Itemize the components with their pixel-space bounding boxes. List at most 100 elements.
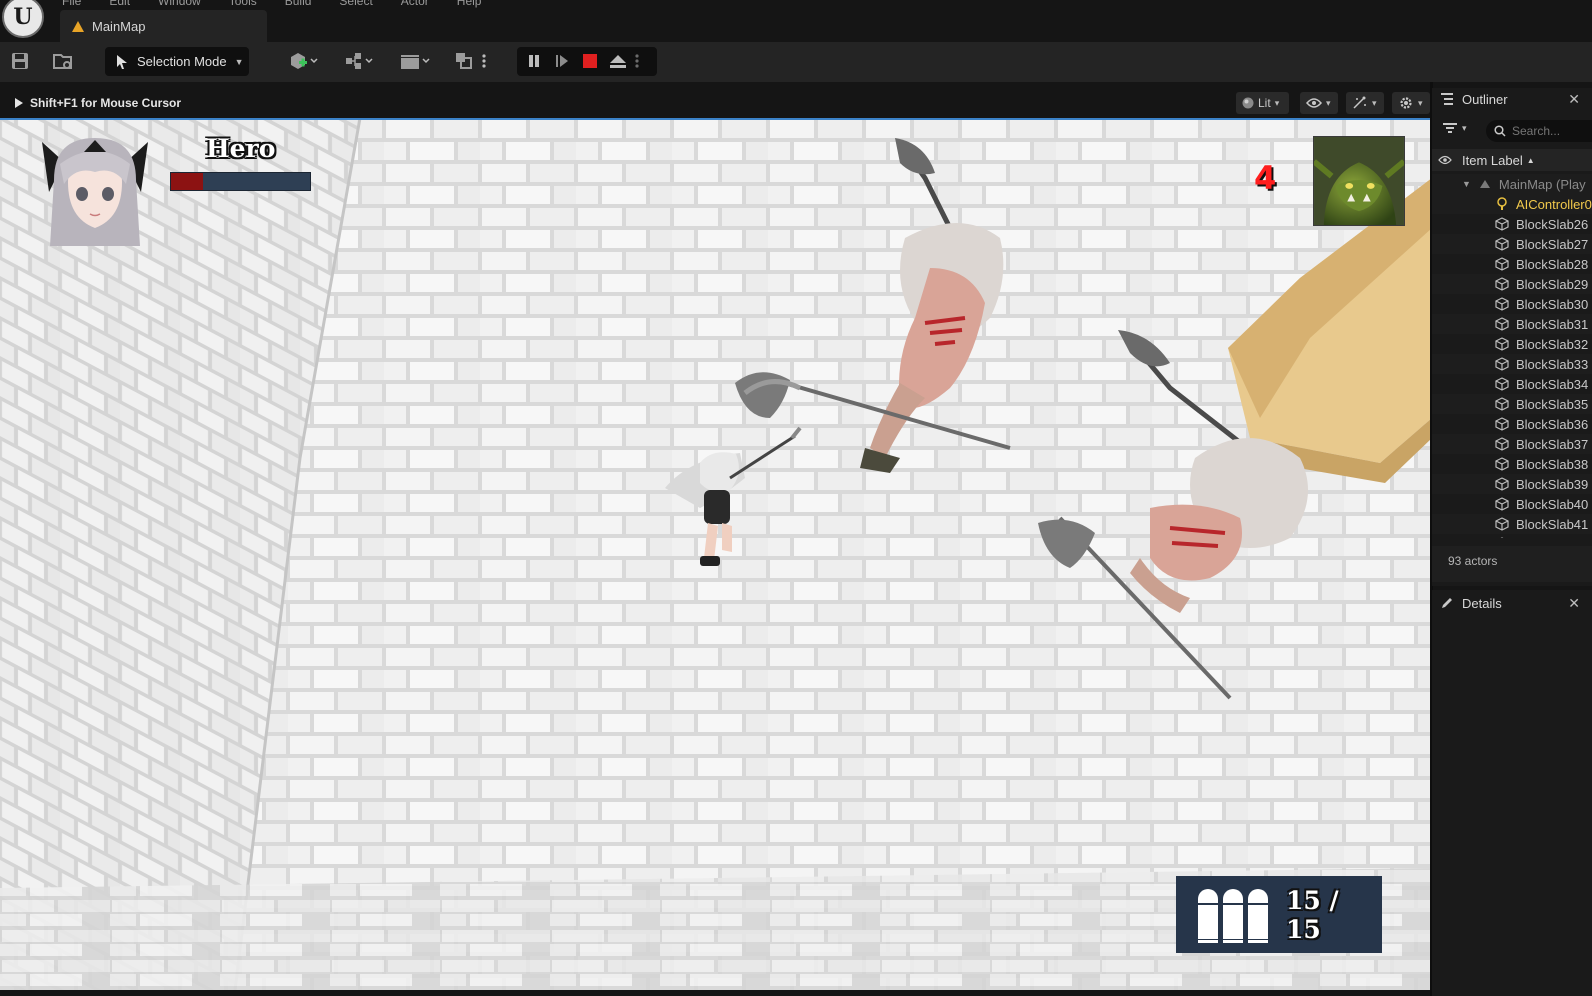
outliner-row[interactable]: BlockSlab29 [1432,274,1592,294]
outliner-row[interactable]: BlockSlab38 [1432,454,1592,474]
outliner-row-label: BlockSlab33 [1516,356,1589,372]
static-mesh-icon [1494,237,1510,251]
outliner-row[interactable]: BlockSlab35 [1432,394,1592,414]
filter-icon [1443,123,1457,133]
outliner-row[interactable]: BlockSlab33 [1432,354,1592,374]
view-mode-label: Lit [1258,96,1271,110]
unreal-logo-icon[interactable]: U [2,0,44,38]
menu-file[interactable]: File [62,0,81,8]
static-mesh-icon [1494,257,1510,271]
outliner-row[interactable]: BlockSlab32 [1432,334,1592,354]
menu-actor[interactable]: Actor [401,0,429,8]
outliner-row[interactable]: BlockSlab30 [1432,294,1592,314]
outliner-search[interactable] [1486,120,1592,142]
collapse-arrow-icon[interactable]: ▼ [1462,179,1471,189]
cinematics-button[interactable] [397,50,433,72]
play-controls [517,47,657,76]
menu-select[interactable]: Select [339,0,372,8]
close-icon[interactable]: ✕ [1568,595,1580,612]
outliner-row[interactable]: BlockSlab37 [1432,434,1592,454]
selection-mode-dropdown[interactable]: Selection Mode ▼ [105,47,249,76]
outliner-row[interactable]: BlockSlab40 [1432,494,1592,514]
outliner-row[interactable]: BlockSlab34 [1432,374,1592,394]
outliner-header: Outliner ✕ [1432,88,1592,110]
outliner-row[interactable]: BlockSlab42 [1432,534,1592,538]
menu-window[interactable]: Window [158,0,201,8]
logo-letter: U [13,4,33,30]
outliner-panel: Outliner ✕ ▾ Item Label ▲ ▼ MainMap (Pla… [1432,88,1592,586]
details-title: Details [1462,595,1502,611]
outliner-row[interactable]: BlockSlab41 [1432,514,1592,534]
static-mesh-icon [1494,217,1510,231]
outliner-row[interactable]: BlockSlab36 [1432,414,1592,434]
static-mesh-icon [1494,337,1510,351]
content-browser-icon[interactable] [52,50,74,72]
static-mesh-icon [1494,297,1510,311]
viewport-settings-dropdown[interactable]: ▾ [1392,92,1430,114]
search-icon [1494,125,1506,137]
level-icon [1477,177,1493,191]
hero-portrait [42,138,148,246]
outliner-row-label: BlockSlab29 [1516,276,1589,292]
level-tab[interactable]: MainMap [60,10,267,42]
outliner-title: Outliner [1462,91,1508,107]
ammo-panel: 15 / 15 [1176,876,1382,953]
outliner-row-label: BlockSlab36 [1516,416,1589,432]
play-options-icon[interactable] [633,50,641,72]
outliner-root-row[interactable]: ▼ MainMap (Play [1432,174,1592,194]
outliner-row[interactable]: AIController0 [1432,194,1592,214]
hero-name: Hero [206,134,276,163]
outliner-tree: ▼ MainMap (Play AIController0 BlockSlab26… [1432,174,1592,538]
bullet-icon [1223,888,1243,943]
stop-icon[interactable] [579,50,601,72]
level-viewport[interactable]: Hero 4 15 / 15 [0,118,1432,990]
outliner-filter-row: ▾ [1432,118,1592,142]
close-icon[interactable]: ✕ [1568,91,1580,108]
outliner-row[interactable]: BlockSlab26 [1432,214,1592,234]
selection-mode-label: Selection Mode [137,54,227,69]
details-panel: Details ✕ [1432,590,1592,996]
pause-icon[interactable] [523,50,545,72]
viewport-toolbar: Shift+F1 for Mouse Cursor Lit ▾ ▾ ▾ ▾ [0,88,1432,118]
static-mesh-icon [1494,317,1510,331]
eject-icon[interactable] [607,50,629,72]
blueprint-button[interactable] [342,50,376,72]
menu-help[interactable]: Help [457,0,482,8]
outliner-row-label: BlockSlab34 [1516,376,1589,392]
platforms-icon[interactable] [453,50,475,72]
menu-tools[interactable]: Tools [229,0,257,8]
outliner-row[interactable]: BlockSlab39 [1432,474,1592,494]
outliner-row[interactable]: BlockSlab31 [1432,314,1592,334]
outliner-column-header[interactable]: Item Label ▲ [1432,149,1592,171]
search-input[interactable] [1512,124,1582,138]
static-mesh-icon [1494,517,1510,531]
static-mesh-icon [1494,417,1510,431]
view-mode-dropdown[interactable]: Lit ▾ [1236,92,1289,114]
chevron-down-icon: ▾ [1326,97,1331,108]
menu-build[interactable]: Build [285,0,312,8]
visibility-eye-icon[interactable] [1438,155,1452,165]
realtime-effects-dropdown[interactable]: ▾ [1346,92,1384,114]
outliner-row-label: AIController0 [1516,196,1592,212]
show-flags-dropdown[interactable]: ▾ [1300,92,1338,114]
effects-icon [1353,96,1366,109]
filter-dropdown[interactable]: ▾ [1442,122,1467,134]
save-icon[interactable] [9,50,31,72]
outliner-row-label: BlockSlab28 [1516,256,1589,272]
enemy-count: 4 [1254,159,1277,197]
game-scene [0,118,1432,990]
level-tab-label: MainMap [92,18,146,34]
level-icon [72,20,84,32]
add-actor-button[interactable] [287,50,321,72]
outliner-row-label: BlockSlab37 [1516,436,1589,452]
outliner-row[interactable]: BlockSlab27 [1432,234,1592,254]
static-mesh-icon [1494,377,1510,391]
more-options-icon[interactable] [480,50,488,72]
outliner-row[interactable]: BlockSlab28 [1432,254,1592,274]
frame-skip-icon[interactable] [551,50,573,72]
outliner-icon [1441,93,1453,105]
eye-icon [1306,98,1322,108]
outliner-row-label: BlockSlab40 [1516,496,1589,512]
menu-edit[interactable]: Edit [109,0,130,8]
gear-icon [1400,97,1412,109]
